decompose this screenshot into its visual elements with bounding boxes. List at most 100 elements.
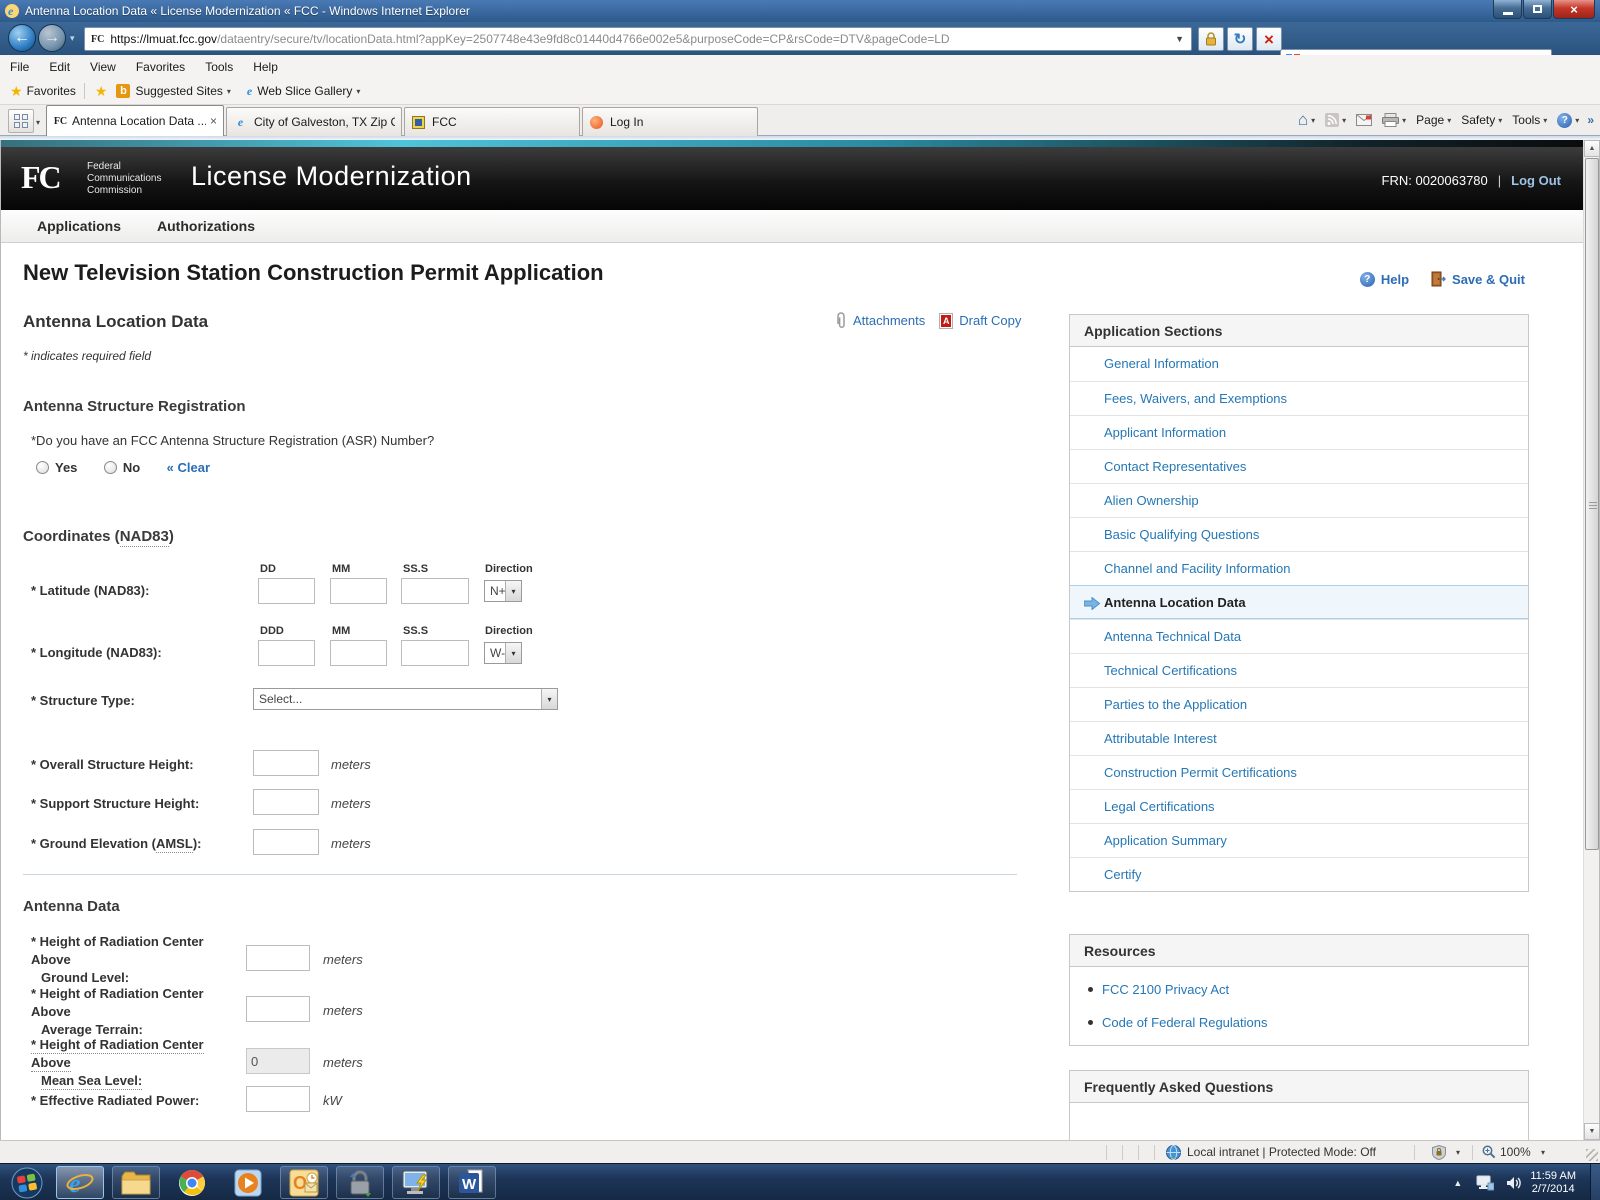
draft-copy-link[interactable]: Draft Copy (959, 313, 1021, 328)
security-lock-button[interactable] (1198, 27, 1224, 51)
sidebar-item-legal-certifications[interactable]: Legal Certifications (1070, 789, 1528, 823)
nav-applications[interactable]: Applications (37, 218, 121, 234)
tab-fcc[interactable]: FCC (404, 107, 580, 136)
latitude-dd-input[interactable] (258, 578, 315, 604)
zoom-caret-icon[interactable]: ▾ (1541, 1148, 1545, 1157)
url-dropdown-icon[interactable]: ▼ (1172, 34, 1187, 44)
web-slice-gallery-button[interactable]: Web Slice Gallery (257, 84, 352, 98)
scrollbar-thumb[interactable] (1585, 158, 1599, 850)
inprivate-shield-icon[interactable] (1432, 1145, 1446, 1160)
sidebar-item-general-information[interactable]: General Information (1070, 347, 1528, 381)
sidebar-item-channel-facility-information[interactable]: Channel and Facility Information (1070, 551, 1528, 585)
menu-help[interactable]: Help (243, 57, 288, 77)
safety-menu[interactable]: Safety ▾ (1461, 113, 1502, 127)
minimize-button[interactable] (1493, 0, 1522, 19)
menu-edit[interactable]: Edit (39, 57, 80, 77)
sidebar-item-construction-permit-certifications[interactable]: Construction Permit Certifications (1070, 755, 1528, 789)
structure-type-select[interactable]: Select... ▾ (253, 688, 558, 710)
sidebar-item-basic-qualifying-questions[interactable]: Basic Qualifying Questions (1070, 517, 1528, 551)
hrc-ground-input[interactable] (246, 945, 310, 971)
history-dropdown-icon[interactable]: ▾ (70, 33, 75, 44)
show-desktop-button[interactable] (1590, 1164, 1600, 1200)
stop-button[interactable]: × (1256, 27, 1282, 51)
menu-tools[interactable]: Tools (195, 57, 243, 77)
help-link[interactable]: Help (1381, 272, 1409, 287)
save-quit-link[interactable]: Save & Quit (1452, 272, 1525, 287)
help-button[interactable]: ? ▾ (1557, 112, 1579, 128)
print-caret-icon[interactable]: ▾ (1402, 116, 1406, 125)
sidebar-item-antenna-location-data[interactable]: Antenna Location Data (1070, 585, 1528, 619)
taskbar-remote-desktop-button[interactable] (392, 1166, 440, 1199)
quick-tabs-caret-icon[interactable]: ▾ (36, 118, 40, 127)
maximize-button[interactable] (1523, 0, 1552, 19)
url-field[interactable]: FC https://lmuat.fcc.gov /dataentry/secu… (84, 27, 1192, 51)
favorites-button[interactable]: Favorites (27, 84, 76, 98)
latitude-mm-input[interactable] (330, 578, 387, 604)
asr-no-radio[interactable] (103, 461, 117, 474)
network-icon[interactable] (1476, 1175, 1495, 1191)
code-of-federal-regulations-link[interactable]: Code of Federal Regulations (1102, 1015, 1268, 1030)
vertical-scrollbar[interactable]: ▲ ▼ (1583, 140, 1599, 1140)
back-button[interactable]: ← (8, 24, 36, 52)
attachments-link[interactable]: Attachments (853, 313, 925, 328)
overflow-chevron-icon[interactable]: » (1587, 113, 1594, 127)
print-button[interactable]: ▾ (1382, 113, 1406, 127)
taskbar-word-button[interactable]: W (448, 1166, 496, 1199)
menu-file[interactable]: File (0, 57, 39, 77)
longitude-ddd-input[interactable] (258, 640, 315, 666)
suggested-sites-caret-icon[interactable]: ▾ (227, 87, 231, 96)
feeds-caret-icon[interactable]: ▾ (1342, 116, 1346, 125)
feeds-button[interactable]: ▾ (1325, 113, 1346, 127)
start-button[interactable] (4, 1166, 50, 1199)
nad83-tooltip-term[interactable]: NAD83 (119, 528, 169, 547)
volume-icon[interactable] (1506, 1175, 1522, 1191)
scroll-down-button[interactable]: ▼ (1584, 1123, 1599, 1140)
asr-clear-link[interactable]: « Clear (167, 460, 210, 475)
latitude-direction-select[interactable]: N+ ▾ (484, 580, 522, 602)
support-height-input[interactable] (253, 789, 319, 815)
tab-antenna-location-data[interactable]: FC Antenna Location Data ... × (46, 105, 224, 136)
sidebar-item-antenna-technical-data[interactable]: Antenna Technical Data (1070, 619, 1528, 653)
sidebar-item-alien-ownership[interactable]: Alien Ownership (1070, 483, 1528, 517)
shield-caret-icon[interactable]: ▾ (1456, 1148, 1460, 1157)
hrc-msl-tooltip-term[interactable]: * Height of Radiation Center Above (31, 1037, 204, 1072)
taskbar-security-lock-button[interactable] (336, 1166, 384, 1199)
taskbar-outlook-button[interactable]: O (280, 1166, 328, 1199)
quick-tabs-button[interactable] (8, 109, 34, 133)
longitude-direction-select[interactable]: W- ▾ (484, 642, 522, 664)
taskbar-chrome-button[interactable] (168, 1166, 216, 1199)
sidebar-item-certify[interactable]: Certify (1070, 857, 1528, 891)
tab-log-in[interactable]: Log In (582, 107, 758, 136)
taskbar-explorer-button[interactable] (112, 1166, 160, 1199)
suggested-sites-button[interactable]: Suggested Sites (135, 84, 222, 98)
tray-expand-icon[interactable]: ▲ (1453, 1178, 1462, 1188)
help-icon[interactable]: ? (1359, 271, 1375, 287)
sidebar-item-applicant-information[interactable]: Applicant Information (1070, 415, 1528, 449)
longitude-mm-input[interactable] (330, 640, 387, 666)
sidebar-item-technical-certifications[interactable]: Technical Certifications (1070, 653, 1528, 687)
log-out-link[interactable]: Log Out (1511, 173, 1561, 188)
zoom-level[interactable]: 100% (1500, 1145, 1531, 1159)
tools-menu[interactable]: Tools ▾ (1512, 113, 1547, 127)
overall-height-input[interactable] (253, 750, 319, 776)
refresh-button[interactable]: ↻ (1227, 27, 1253, 51)
sidebar-item-contact-representatives[interactable]: Contact Representatives (1070, 449, 1528, 483)
menu-favorites[interactable]: Favorites (126, 57, 195, 77)
nav-authorizations[interactable]: Authorizations (157, 218, 255, 234)
mail-button[interactable] (1356, 114, 1373, 126)
page-menu[interactable]: Page ▾ (1416, 113, 1451, 127)
tab-close-icon[interactable]: × (210, 114, 217, 128)
amsl-tooltip-term[interactable]: AMSL (155, 836, 193, 853)
close-button[interactable]: × (1553, 0, 1595, 19)
fcc-2100-privacy-act-link[interactable]: FCC 2100 Privacy Act (1102, 982, 1229, 997)
sidebar-item-attributable-interest[interactable]: Attributable Interest (1070, 721, 1528, 755)
scroll-up-button[interactable]: ▲ (1584, 140, 1599, 157)
taskbar-media-player-button[interactable] (224, 1166, 272, 1199)
taskbar-ie-button[interactable]: e (56, 1166, 104, 1199)
add-favorite-icon[interactable]: ★ (95, 83, 108, 100)
tab-city-of-galveston[interactable]: e City of Galveston, TX Zip C... (226, 107, 402, 136)
forward-button[interactable]: → (38, 24, 66, 52)
home-caret-icon[interactable]: ▾ (1311, 116, 1315, 125)
menu-view[interactable]: View (80, 57, 126, 77)
sidebar-item-fees-waivers[interactable]: Fees, Waivers, and Exemptions (1070, 381, 1528, 415)
